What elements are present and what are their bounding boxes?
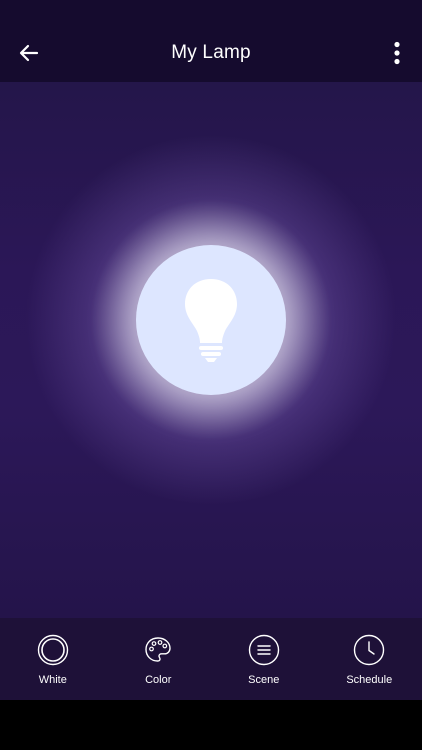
tab-scene[interactable]: Scene (211, 618, 317, 700)
lightbulb-icon (185, 279, 237, 362)
clock-icon (353, 634, 385, 666)
lamp-stage (0, 82, 422, 618)
tab-schedule[interactable]: Schedule (317, 618, 422, 700)
system-nav-bar (0, 700, 422, 750)
circle-icon (37, 634, 69, 666)
tab-label: Color (145, 674, 172, 686)
lamp-control-screen: My Lamp White Color Scene Schedule (0, 0, 422, 750)
tab-white[interactable]: White (0, 618, 106, 700)
tab-color[interactable]: Color (106, 618, 212, 700)
more-vertical-icon (394, 41, 400, 65)
tab-label: Scene (248, 674, 280, 686)
app-bar: My Lamp (0, 0, 422, 82)
more-options-button[interactable] (384, 36, 410, 70)
palette-icon (142, 634, 174, 666)
page-title: My Lamp (171, 42, 251, 63)
lamp-power-button[interactable] (136, 245, 286, 395)
tab-label: White (38, 674, 67, 686)
scene-lines-icon (248, 634, 280, 666)
bottom-tab-bar: White Color Scene Schedule (0, 618, 422, 700)
tab-label: Schedule (346, 674, 393, 686)
